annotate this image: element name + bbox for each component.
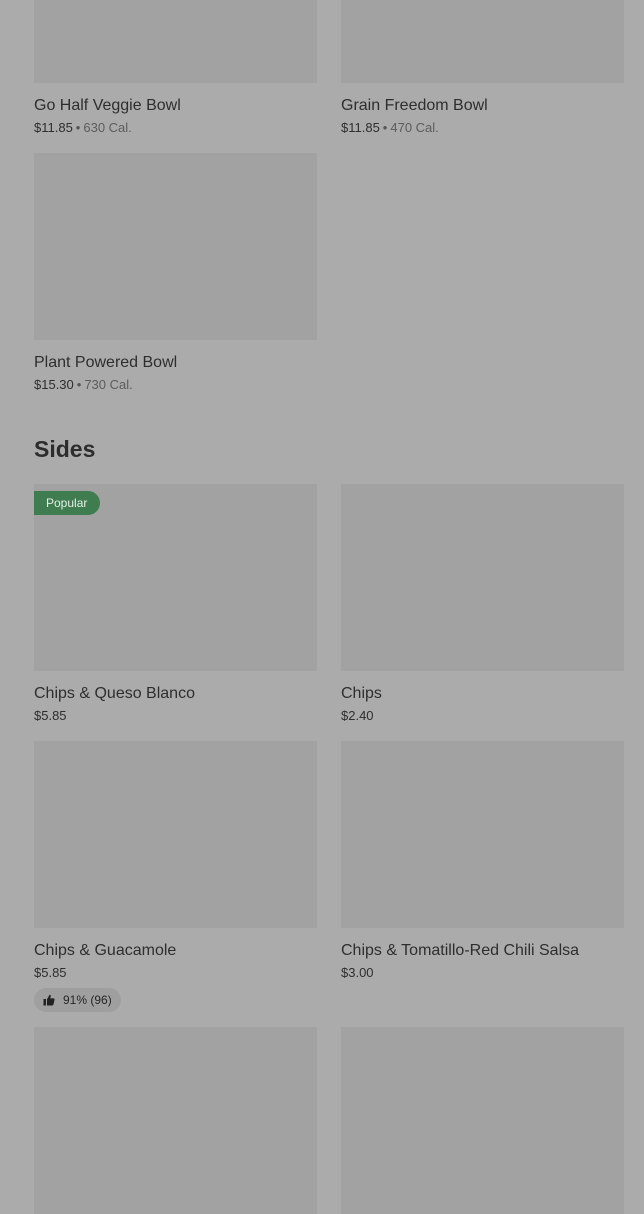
item-image <box>34 1027 317 1214</box>
item-image <box>341 0 624 83</box>
item-meta: $2.40 <box>341 708 624 724</box>
menu-item-chips-queso-blanco[interactable]: Popular Chips & Queso Blanco $5.85 <box>34 484 317 724</box>
menu-item-chips-guacamole[interactable]: Chips & Guacamole $5.85 91% (96) <box>34 741 317 1012</box>
thumbs-up-icon <box>43 994 55 1006</box>
rating-text: 91% (96) <box>63 993 112 1007</box>
item-calories: 470 Cal. <box>390 120 439 135</box>
item-meta: $3.00 <box>341 965 624 981</box>
item-image: Popular <box>34 484 317 671</box>
item-name: Plant Powered Bowl <box>34 354 178 371</box>
rating-badge: 91% (96) <box>34 988 121 1012</box>
item-price: $11.85 <box>341 120 380 135</box>
separator-dot: • <box>76 377 82 392</box>
item-meta: $5.85 <box>34 965 317 981</box>
item-meta: $15.30 • 730 Cal. <box>34 377 317 393</box>
section-title-sides: Sides <box>34 436 96 462</box>
item-name: Chips & Guacamole <box>34 942 177 959</box>
item-calories: 630 Cal. <box>83 120 132 135</box>
item-name: Grain Freedom Bowl <box>341 97 488 114</box>
menu-item-next-left[interactable] <box>34 1027 317 1214</box>
item-price: $5.85 <box>34 965 67 980</box>
item-image <box>34 741 317 928</box>
item-price: $2.40 <box>341 708 374 723</box>
item-price: $5.85 <box>34 708 67 723</box>
menu-item-plant-powered-bowl[interactable]: Plant Powered Bowl $15.30 • 730 Cal. <box>34 153 317 393</box>
item-meta: $11.85 • 630 Cal. <box>34 120 317 136</box>
item-meta: $11.85 • 470 Cal. <box>341 120 624 136</box>
item-image <box>34 0 317 83</box>
item-image <box>341 1027 624 1214</box>
item-price: $15.30 <box>34 377 74 392</box>
item-image <box>341 741 624 928</box>
menu-item-grain-freedom-bowl[interactable]: Grain Freedom Bowl $11.85 • 470 Cal. <box>341 0 624 136</box>
item-price: $3.00 <box>341 965 374 980</box>
item-name: Chips <box>341 685 382 702</box>
item-name: Chips & Tomatillo-Red Chili Salsa <box>341 942 580 959</box>
menu-item-chips-tomatillo-red-chili-salsa[interactable]: Chips & Tomatillo-Red Chili Salsa $3.00 <box>341 741 624 981</box>
item-image <box>341 484 624 671</box>
item-image <box>34 153 317 340</box>
item-name: Chips & Queso Blanco <box>34 685 195 702</box>
item-price: $11.85 <box>34 120 73 135</box>
popular-badge: Popular <box>34 491 101 515</box>
menu-item-next-right[interactable] <box>341 1027 624 1214</box>
item-calories: 730 Cal. <box>84 377 133 392</box>
item-name: Go Half Veggie Bowl <box>34 97 181 114</box>
separator-dot: • <box>382 120 388 135</box>
item-meta: $5.85 <box>34 708 317 724</box>
menu-item-go-half-veggie-bowl[interactable]: Go Half Veggie Bowl $11.85 • 630 Cal. <box>34 0 317 136</box>
separator-dot: • <box>75 120 81 135</box>
menu-item-chips[interactable]: Chips $2.40 <box>341 484 624 724</box>
